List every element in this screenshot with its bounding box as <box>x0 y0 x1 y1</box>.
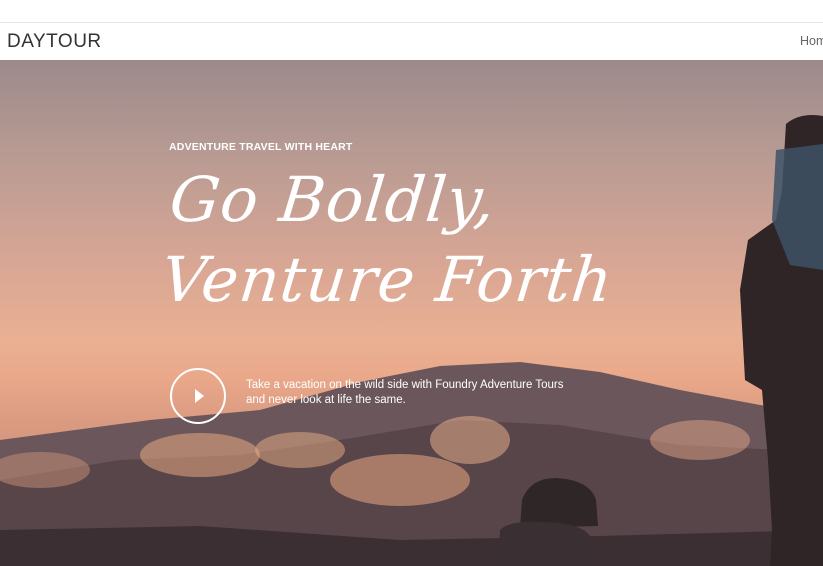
play-icon <box>195 389 204 403</box>
browser-top-strip <box>0 0 823 23</box>
brand-logo[interactable]: DAYTOUR <box>7 31 102 53</box>
hero-description: Take a vacation on the wild side with Fo… <box>246 379 564 406</box>
headline-line-1: Go Boldly, <box>166 163 500 236</box>
headline-line-2: Venture Forth <box>158 243 617 316</box>
nav-item-home[interactable]: Hom <box>800 34 823 48</box>
site-header: DAYTOUR Hom <box>0 23 823 61</box>
hero-section: ADVENTURE TRAVEL WITH HEART Go Boldly, V… <box>0 60 823 566</box>
hero-eyebrow: ADVENTURE TRAVEL WITH HEART <box>169 141 353 153</box>
play-video-button[interactable] <box>170 368 226 424</box>
hero-headline: Go Boldly, Venture Forth <box>158 160 626 320</box>
